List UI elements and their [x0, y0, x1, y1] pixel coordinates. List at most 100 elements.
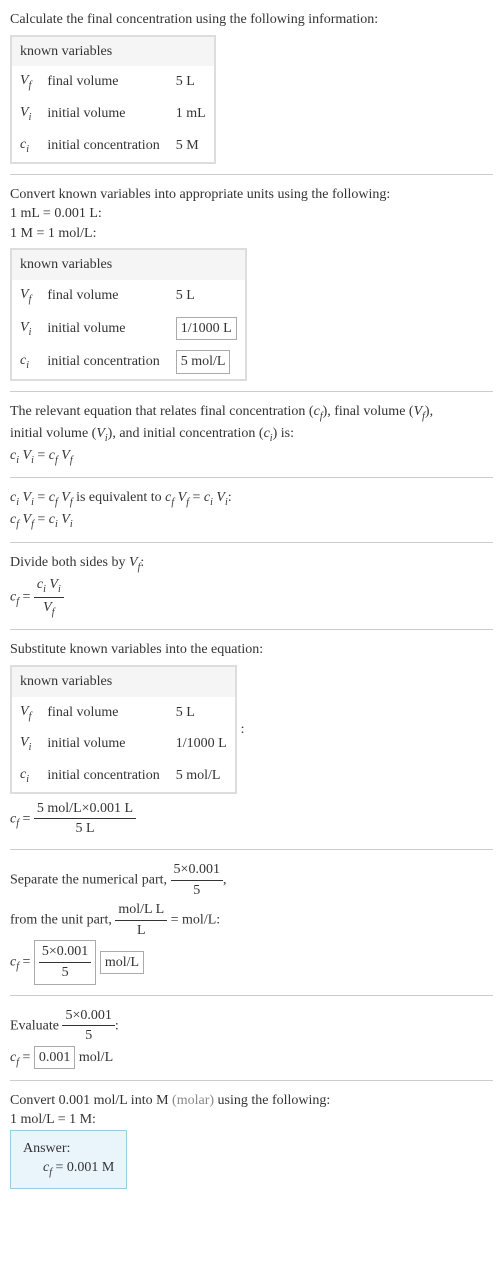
cell: final volume: [39, 280, 167, 312]
t: :: [115, 1018, 119, 1033]
cell: initial concentration: [39, 130, 167, 163]
cell: 5 mol/L: [168, 345, 246, 380]
line: Divide both sides by Vf:: [10, 553, 493, 575]
t: ) is:: [273, 426, 294, 441]
t: Convert 0.001 mol/L into M: [10, 1093, 172, 1108]
divider: [10, 174, 493, 175]
table-row: Vi initial volume 1 mL: [11, 98, 215, 130]
sub: f: [29, 80, 32, 91]
divider: [10, 1080, 493, 1081]
cell: initial volume: [39, 98, 167, 130]
cell: 1/1000 L: [168, 312, 246, 346]
line: The relevant equation that relates final…: [10, 402, 493, 424]
table-header-row: known variables: [11, 666, 236, 697]
gray-text: (molar): [172, 1093, 214, 1108]
table-row: ci initial concentration 5 mol/L: [11, 345, 246, 380]
line: Separate the numerical part, 5×0.001 5 ,: [10, 860, 493, 900]
cell: 1/1000 L: [168, 728, 236, 760]
numerator: 5×0.001: [171, 860, 223, 881]
answer-equation: cf = 0.001 M: [23, 1158, 114, 1180]
step-2: Convert known variables into appropriate…: [10, 185, 493, 381]
divider: [10, 542, 493, 543]
table-row: Vi initial volume 1/1000 L: [11, 728, 236, 760]
equation: cf = 5 mol/L×0.001 L 5 L: [10, 799, 493, 839]
t: Divide both sides by: [10, 555, 129, 570]
cell: initial concentration: [39, 345, 167, 380]
step-1: Calculate the final concentration using …: [10, 10, 493, 164]
table-row: Vf final volume 5 L: [11, 697, 236, 729]
table-row: Vf final volume 5 L: [11, 66, 215, 98]
boxed-value: 0.001: [34, 1046, 76, 1070]
t: using the following:: [214, 1093, 330, 1108]
cell: 5 mol/L: [168, 760, 236, 793]
divider: [10, 995, 493, 996]
denominator: 5: [39, 963, 91, 983]
numerator: 5×0.001: [62, 1006, 114, 1027]
step-6: Substitute known variables into the equa…: [10, 640, 493, 839]
table-header-row: known variables: [11, 249, 246, 280]
denominator: 5: [62, 1026, 114, 1046]
line: Convert 0.001 mol/L into M (molar) using…: [10, 1091, 493, 1111]
cell: final volume: [39, 697, 167, 729]
step-3: The relevant equation that relates final…: [10, 402, 493, 467]
t: The relevant equation that relates final…: [10, 404, 314, 419]
step-4: ci Vi = cf Vf is equivalent to cf Vf = c…: [10, 488, 493, 532]
colon: :: [241, 720, 245, 740]
t: ,: [223, 872, 227, 887]
table-header-row: known variables: [11, 36, 215, 67]
divider: [10, 849, 493, 850]
step-7: Separate the numerical part, 5×0.001 5 ,…: [10, 860, 493, 985]
cell: 1 mL: [168, 98, 215, 130]
line: 1 M = 1 mol/L:: [10, 224, 493, 244]
known-variables-table-1: known variables Vf final volume 5 L Vi i…: [10, 35, 216, 164]
divider: [10, 477, 493, 478]
cell: Vi: [11, 728, 39, 760]
cell: ci: [11, 345, 39, 380]
table-header: known variables: [11, 666, 236, 697]
cell: initial volume: [39, 312, 167, 346]
line: Convert known variables into appropriate…: [10, 185, 493, 205]
table-with-colon: known variables Vf final volume 5 L Vi i…: [10, 660, 493, 799]
answer-label: Answer:: [23, 1139, 114, 1159]
t: = mol/L:: [167, 913, 220, 928]
cell: Vi: [11, 312, 39, 346]
numerator: 5×0.001: [39, 942, 91, 963]
t: ), final volume (: [323, 404, 414, 419]
sub: i: [26, 144, 29, 155]
table-row: ci initial concentration 5 mol/L: [11, 760, 236, 793]
line: 1 mol/L = 1 M:: [10, 1110, 493, 1130]
divider: [10, 629, 493, 630]
cell: Vf: [11, 697, 39, 729]
boxed-value: mol/L: [100, 951, 144, 975]
numerator: 5 mol/L×0.001 L: [34, 799, 136, 820]
fraction: 5×0.001 5: [171, 860, 223, 900]
known-variables-table-2: known variables Vf final volume 5 L Vi i…: [10, 248, 247, 381]
denominator: L: [115, 921, 167, 941]
cell: 5 L: [168, 280, 246, 312]
t: ), and initial concentration (: [108, 426, 264, 441]
table-row: Vf final volume 5 L: [11, 280, 246, 312]
step-8: Evaluate 5×0.001 5 : cf = 0.001 mol/L: [10, 1006, 493, 1070]
t: initial volume (: [10, 426, 96, 441]
fraction: 5 mol/L×0.001 L 5 L: [34, 799, 136, 839]
denominator: 5: [171, 881, 223, 901]
t: :: [228, 490, 232, 505]
cell: 5 M: [168, 130, 215, 163]
table-row: ci initial concentration 5 M: [11, 130, 215, 163]
line: Substitute known variables into the equa…: [10, 640, 493, 660]
table-header: known variables: [11, 36, 215, 67]
line: initial volume (Vi), and initial concent…: [10, 424, 493, 446]
table-header: known variables: [11, 249, 246, 280]
line: Evaluate 5×0.001 5 :: [10, 1006, 493, 1046]
var: V: [20, 105, 29, 120]
fraction: mol/L L L: [115, 900, 167, 940]
answer-box: Answer: cf = 0.001 M: [10, 1130, 127, 1189]
fraction: 5×0.001 5: [62, 1006, 114, 1046]
boxed-value: 1/1000 L: [176, 317, 237, 341]
divider: [10, 391, 493, 392]
t: Evaluate: [10, 1018, 62, 1033]
cell: ci: [11, 760, 39, 793]
table-row: Vi initial volume 1/1000 L: [11, 312, 246, 346]
cell: 5 L: [168, 697, 236, 729]
cell: final volume: [39, 66, 167, 98]
